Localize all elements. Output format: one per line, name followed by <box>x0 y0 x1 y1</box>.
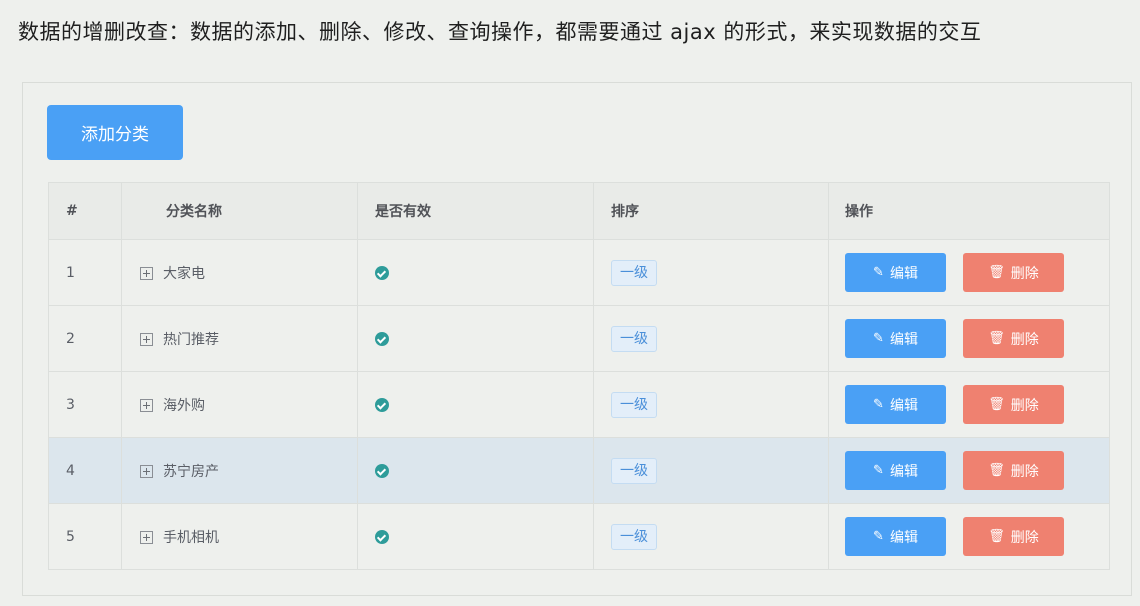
row-ops-cell: ✎ 编辑 🗑 删除 <box>828 503 1110 570</box>
delete-button[interactable]: 🗑 删除 <box>963 517 1064 556</box>
edit-icon: ✎ <box>873 463 884 478</box>
edit-label: 编辑 <box>889 397 918 414</box>
expand-plus-icon[interactable] <box>140 266 153 280</box>
table-row[interactable]: 5 手机相机 一级 ✎ 编辑 🗑 删除 <box>48 503 1110 570</box>
level-tag: 一级 <box>611 259 657 286</box>
edit-label: 编辑 <box>889 463 918 480</box>
table-header-row: # 分类名称 是否有效 排序 操作 <box>48 182 1110 240</box>
expand-plus-icon[interactable] <box>140 332 153 346</box>
check-circle-icon <box>375 463 389 478</box>
row-sort-cell: 一级 <box>593 305 829 372</box>
delete-button[interactable]: 🗑 删除 <box>963 385 1064 424</box>
row-index: 3 <box>48 371 122 438</box>
edit-icon: ✎ <box>873 529 884 544</box>
edit-label: 编辑 <box>889 529 918 546</box>
row-name: 大家电 <box>163 265 205 282</box>
delete-label: 删除 <box>1010 529 1039 546</box>
row-name-cell: 热门推荐 <box>121 305 358 372</box>
delete-button[interactable]: 🗑 删除 <box>963 253 1064 292</box>
table-row[interactable]: 3 海外购 一级 ✎ 编辑 🗑 删除 <box>48 371 1110 438</box>
row-index: 4 <box>48 437 122 504</box>
row-sort-cell: 一级 <box>593 239 829 306</box>
header-valid: 是否有效 <box>357 182 594 240</box>
level-tag: 一级 <box>611 523 657 550</box>
row-valid-cell <box>357 305 594 372</box>
level-tag: 一级 <box>611 457 657 484</box>
page-caption: 数据的增删改查：数据的添加、删除、修改、查询操作，都需要通过 ajax 的形式，… <box>18 20 982 44</box>
row-name: 热门推荐 <box>163 331 219 348</box>
edit-icon: ✎ <box>873 331 884 346</box>
table-row[interactable]: 4 苏宁房产 一级 ✎ 编辑 🗑 删除 <box>48 437 1110 504</box>
edit-label: 编辑 <box>889 331 918 348</box>
header-name: 分类名称 <box>121 182 358 240</box>
delete-button[interactable]: 🗑 删除 <box>963 451 1064 490</box>
row-valid-cell <box>357 371 594 438</box>
trash-icon: 🗑 <box>988 331 1005 346</box>
row-valid-cell <box>357 503 594 570</box>
row-index: 5 <box>48 503 122 570</box>
level-tag: 一级 <box>611 325 657 352</box>
check-circle-icon <box>375 529 389 544</box>
edit-button[interactable]: ✎ 编辑 <box>845 385 946 424</box>
delete-label: 删除 <box>1010 463 1039 480</box>
check-circle-icon <box>375 397 389 412</box>
row-name-cell: 手机相机 <box>121 503 358 570</box>
delete-label: 删除 <box>1010 397 1039 414</box>
trash-icon: 🗑 <box>988 397 1005 412</box>
add-category-button[interactable]: 添加分类 <box>47 105 183 160</box>
delete-button[interactable]: 🗑 删除 <box>963 319 1064 358</box>
row-valid-cell <box>357 239 594 306</box>
trash-icon: 🗑 <box>988 529 1005 544</box>
row-name: 海外购 <box>163 397 205 414</box>
row-index: 2 <box>48 305 122 372</box>
row-ops-cell: ✎ 编辑 🗑 删除 <box>828 305 1110 372</box>
expand-plus-icon[interactable] <box>140 464 153 478</box>
trash-icon: 🗑 <box>988 265 1005 280</box>
edit-icon: ✎ <box>873 397 884 412</box>
row-sort-cell: 一级 <box>593 503 829 570</box>
row-ops-cell: ✎ 编辑 🗑 删除 <box>828 437 1110 504</box>
category-table: # 分类名称 是否有效 排序 操作 1 大家电 一级 ✎ 编辑 🗑 删除 2 热门推荐 一级 ✎ 编辑… <box>48 182 1110 570</box>
row-name: 苏宁房产 <box>163 463 219 480</box>
delete-label: 删除 <box>1010 265 1039 282</box>
row-sort-cell: 一级 <box>593 437 829 504</box>
row-name: 手机相机 <box>163 529 219 546</box>
table-row[interactable]: 2 热门推荐 一级 ✎ 编辑 🗑 删除 <box>48 305 1110 372</box>
edit-button[interactable]: ✎ 编辑 <box>845 319 946 358</box>
row-name-cell: 苏宁房产 <box>121 437 358 504</box>
edit-icon: ✎ <box>873 265 884 280</box>
edit-label: 编辑 <box>889 265 918 282</box>
header-sort: 排序 <box>593 182 829 240</box>
expand-plus-icon[interactable] <box>140 530 153 544</box>
check-circle-icon <box>375 331 389 346</box>
row-ops-cell: ✎ 编辑 🗑 删除 <box>828 371 1110 438</box>
check-circle-icon <box>375 265 389 280</box>
expand-plus-icon[interactable] <box>140 398 153 412</box>
header-index: # <box>48 182 122 240</box>
trash-icon: 🗑 <box>988 463 1005 478</box>
row-sort-cell: 一级 <box>593 371 829 438</box>
row-valid-cell <box>357 437 594 504</box>
row-name-cell: 海外购 <box>121 371 358 438</box>
edit-button[interactable]: ✎ 编辑 <box>845 517 946 556</box>
level-tag: 一级 <box>611 391 657 418</box>
row-name-cell: 大家电 <box>121 239 358 306</box>
category-panel: 添加分类 # 分类名称 是否有效 排序 操作 1 大家电 一级 ✎ 编辑 🗑 删除 2 热门推荐… <box>22 82 1132 596</box>
header-ops: 操作 <box>828 182 1110 240</box>
delete-label: 删除 <box>1010 331 1039 348</box>
edit-button[interactable]: ✎ 编辑 <box>845 451 946 490</box>
row-ops-cell: ✎ 编辑 🗑 删除 <box>828 239 1110 306</box>
table-row[interactable]: 1 大家电 一级 ✎ 编辑 🗑 删除 <box>48 239 1110 306</box>
edit-button[interactable]: ✎ 编辑 <box>845 253 946 292</box>
row-index: 1 <box>48 239 122 306</box>
